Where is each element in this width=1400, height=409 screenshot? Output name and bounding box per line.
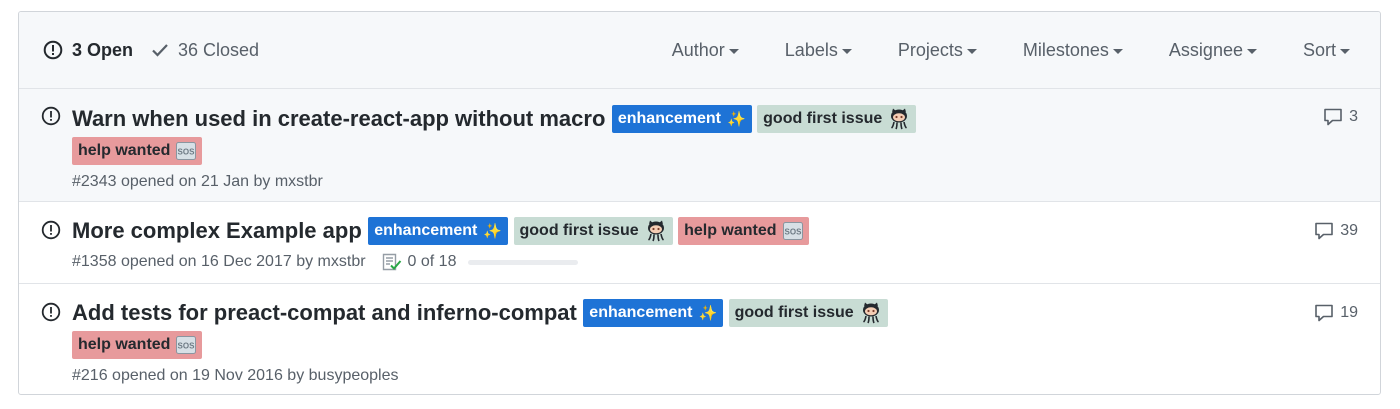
caret-down-icon — [1246, 49, 1257, 54]
issue-meta: #2343 opened on 21 Jan by mxstbr — [72, 173, 1260, 191]
caret-down-icon — [966, 49, 977, 54]
comments-link[interactable]: 39 — [1314, 222, 1358, 240]
state-toggles: 3 Open 36 Closed — [43, 40, 277, 61]
projects-filter-label: Projects — [897, 40, 963, 60]
comments-count: 19 — [1340, 304, 1358, 321]
issue-title-line-wrap: help wanted SOS — [72, 135, 1260, 167]
label-good-first-issue[interactable]: good first issue — [513, 217, 673, 245]
label-help-wanted[interactable]: help wanted SOS — [678, 217, 809, 245]
issue-opened-icon — [43, 40, 63, 60]
issue-row: Warn when used in create-react-app witho… — [19, 89, 1380, 202]
label-good-first-issue-text: good first issue — [519, 222, 639, 239]
label-enhancement-text: enhancement — [589, 304, 693, 321]
issue-meta: #1358 opened on 16 Dec 2017 by mxstbr 0 … — [72, 253, 1260, 271]
label-help-wanted-text: help wanted — [684, 222, 777, 239]
sort-filter-label: Sort — [1302, 40, 1336, 60]
label-help-wanted[interactable]: help wanted SOS — [72, 137, 203, 165]
assignee-filter[interactable]: Assignee — [1169, 40, 1257, 61]
issue-title-link[interactable]: More complex Example app — [72, 218, 362, 243]
task-progress[interactable]: 0 of 18 — [382, 253, 579, 271]
octocat-icon — [888, 108, 910, 130]
issue-title-link[interactable]: Add tests for preact-compat and inferno-… — [72, 300, 577, 325]
sort-filter[interactable]: Sort — [1303, 40, 1350, 61]
label-enhancement-text: enhancement — [374, 222, 478, 239]
comment-icon — [1323, 108, 1343, 126]
milestones-filter[interactable]: Milestones — [1023, 40, 1123, 61]
octocat-icon — [645, 220, 667, 242]
label-good-first-issue[interactable]: good first issue — [757, 105, 917, 133]
closed-count-label: 36 Closed — [178, 39, 260, 60]
issue-meta-text[interactable]: #216 opened on 19 Nov 2016 by busypeople… — [72, 367, 398, 385]
issue-opened-icon — [41, 302, 61, 327]
issue-title-line: Warn when used in create-react-app witho… — [72, 103, 1260, 135]
open-issues-toggle[interactable]: 3 Open — [43, 40, 133, 61]
issue-meta: #216 opened on 19 Nov 2016 by busypeople… — [72, 367, 1260, 385]
comment-icon — [1314, 222, 1334, 240]
comments-count: 39 — [1340, 222, 1358, 239]
label-help-wanted-text: help wanted — [78, 142, 171, 159]
label-help-wanted-text: help wanted — [78, 336, 171, 353]
sparkles-icon: ✨ — [727, 110, 746, 128]
svg-text:SOS: SOS — [784, 228, 802, 237]
label-help-wanted[interactable]: help wanted SOS — [72, 331, 203, 359]
assignee-filter-label: Assignee — [1168, 40, 1243, 60]
sparkles-icon: ✨ — [483, 222, 503, 240]
projects-filter[interactable]: Projects — [898, 40, 977, 61]
comments-link[interactable]: 19 — [1314, 304, 1358, 322]
label-good-first-issue[interactable]: good first issue — [728, 299, 888, 327]
label-enhancement[interactable]: enhancement ✨ — [583, 299, 724, 327]
caret-down-icon — [841, 49, 852, 54]
author-filter[interactable]: Author — [672, 40, 739, 61]
caret-down-icon — [728, 49, 739, 54]
labels-filter-label: Labels — [784, 40, 838, 60]
issue-title-line: Add tests for preact-compat and inferno-… — [72, 297, 1260, 329]
label-good-first-issue-text: good first issue — [763, 110, 883, 127]
issue-title-line: More complex Example app enhancement ✨ g… — [72, 215, 1260, 247]
issue-content: Add tests for preact-compat and inferno-… — [72, 297, 1260, 385]
author-filter-label: Author — [671, 40, 725, 60]
issues-list-box: 3 Open 36 Closed Author Labels Projects … — [18, 11, 1381, 395]
sparkles-icon: ✨ — [698, 304, 718, 322]
labels-filter[interactable]: Labels — [785, 40, 852, 61]
issue-opened-icon — [41, 106, 61, 131]
sos-icon: SOS — [176, 142, 197, 160]
issue-row: Add tests for preact-compat and inferno-… — [19, 284, 1380, 394]
check-icon — [151, 42, 169, 58]
issue-meta-text[interactable]: #2343 opened on 21 Jan by mxstbr — [72, 173, 323, 191]
issue-meta-text[interactable]: #1358 opened on 16 Dec 2017 by mxstbr — [72, 253, 366, 271]
sos-icon: SOS — [176, 336, 197, 354]
issue-title-link[interactable]: Warn when used in create-react-app witho… — [72, 106, 605, 131]
issue-row: More complex Example app enhancement ✨ g… — [19, 202, 1380, 284]
caret-down-icon — [1112, 49, 1123, 54]
comment-icon — [1314, 304, 1334, 322]
issue-content: More complex Example app enhancement ✨ g… — [72, 215, 1260, 271]
issue-content: Warn when used in create-react-app witho… — [72, 103, 1260, 191]
octocat-icon — [860, 302, 882, 324]
issue-title-line-wrap: help wanted SOS — [72, 329, 1260, 361]
filter-bar: Author Labels Projects Milestones Assign… — [626, 12, 1350, 89]
checklist-icon — [382, 253, 402, 271]
svg-text:SOS: SOS — [178, 342, 196, 351]
closed-issues-toggle[interactable]: 36 Closed — [151, 40, 259, 61]
sos-icon: SOS — [782, 222, 803, 240]
task-progress-bar — [468, 259, 579, 265]
svg-text:SOS: SOS — [178, 148, 196, 157]
caret-down-icon — [1340, 49, 1350, 54]
comments-link[interactable]: 3 — [1323, 108, 1358, 126]
open-count-label: 3 Open — [72, 39, 134, 60]
task-progress-text: 0 of 18 — [407, 253, 457, 271]
milestones-filter-label: Milestones — [1022, 40, 1109, 60]
issue-opened-icon — [41, 220, 61, 245]
comments-count: 3 — [1349, 108, 1358, 125]
label-enhancement[interactable]: enhancement ✨ — [611, 105, 752, 133]
issues-list-header: 3 Open 36 Closed Author Labels Projects … — [19, 12, 1380, 89]
label-enhancement-text: enhancement — [617, 110, 721, 127]
label-good-first-issue-text: good first issue — [734, 304, 854, 321]
label-enhancement[interactable]: enhancement ✨ — [368, 217, 509, 245]
